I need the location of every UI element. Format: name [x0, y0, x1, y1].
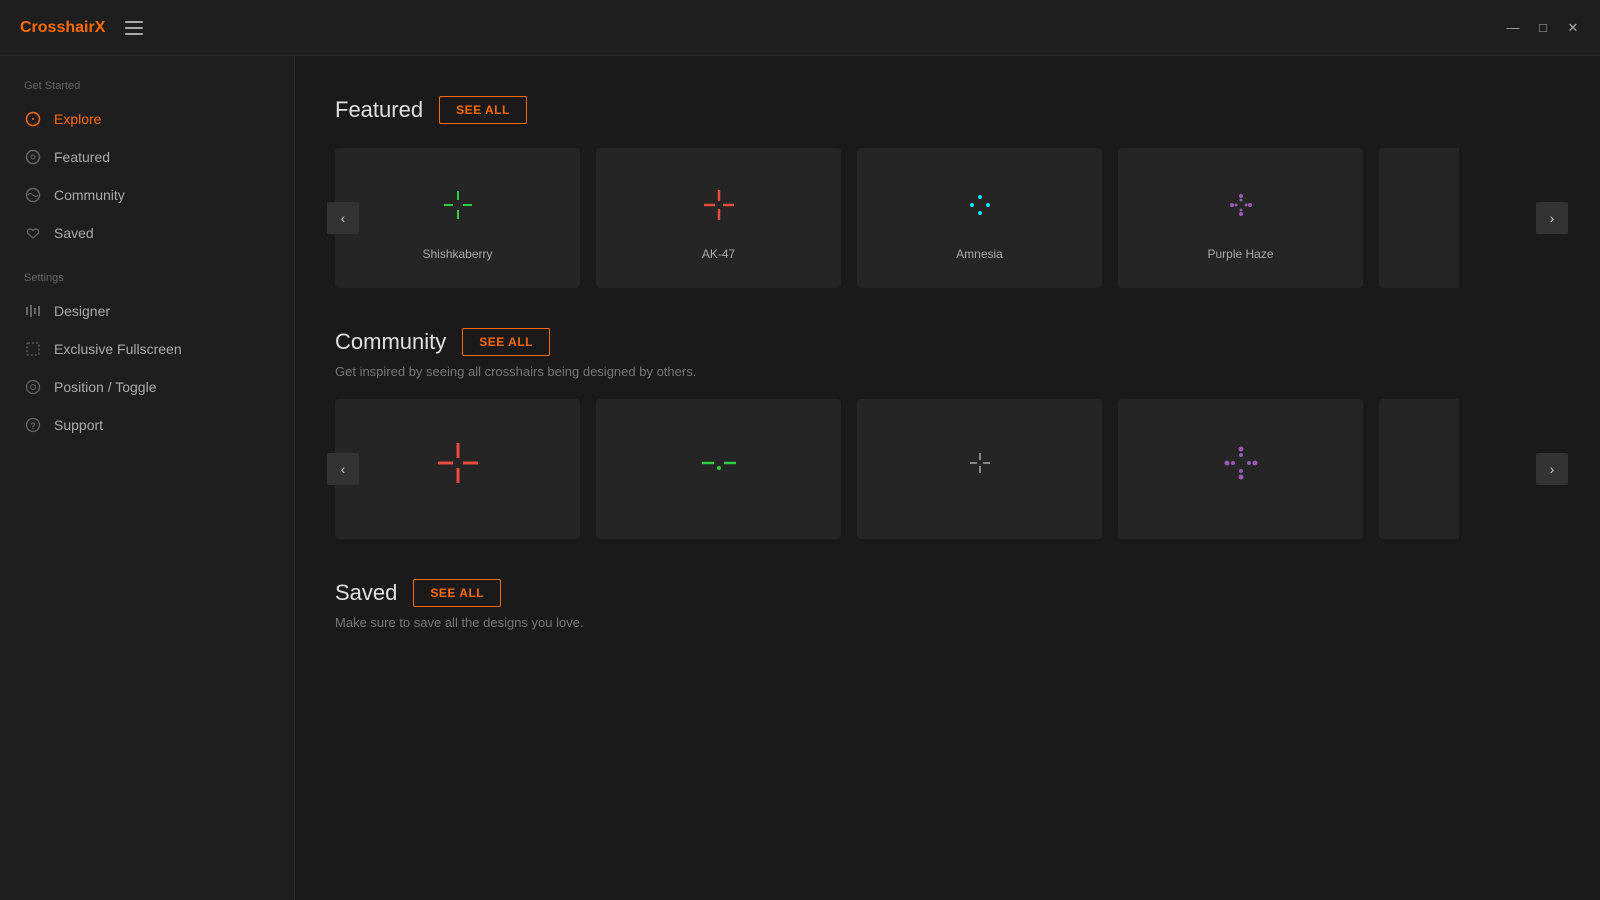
community-card-1[interactable]	[335, 399, 580, 539]
community-card-partial	[1379, 399, 1459, 539]
svg-text:?: ?	[30, 421, 36, 431]
community-card-2[interactable]	[596, 399, 841, 539]
support-icon: ?	[24, 416, 42, 434]
sidebar-label-featured: Featured	[54, 149, 110, 165]
sidebar-label-exclusive-fullscreen: Exclusive Fullscreen	[54, 341, 182, 357]
crosshair-ak47	[689, 175, 749, 235]
titlebar-left: CrosshairX	[20, 19, 143, 37]
sidebar-item-support[interactable]: ? Support	[0, 406, 294, 444]
card-name-ak47: AK-47	[702, 247, 735, 261]
featured-card-partial	[1379, 148, 1459, 288]
featured-icon	[24, 148, 42, 166]
close-button[interactable]: ✕	[1566, 21, 1580, 35]
sidebar-item-saved[interactable]: Saved	[0, 214, 294, 252]
saved-icon	[24, 224, 42, 242]
community-next-button[interactable]: ›	[1536, 453, 1568, 485]
sidebar-item-designer[interactable]: Designer	[0, 292, 294, 330]
community-section-header: Community SEE ALL	[335, 328, 1560, 356]
app-title: CrosshairX	[20, 19, 105, 37]
crosshair-amnesia	[950, 175, 1010, 235]
saved-section-header: Saved SEE ALL	[335, 579, 1560, 607]
crosshair-purple-haze	[1211, 175, 1271, 235]
maximize-button[interactable]: □	[1536, 21, 1550, 35]
sidebar-label-support: Support	[54, 417, 103, 433]
app-body: Get Started Explore Featured	[0, 56, 1600, 900]
explore-icon	[24, 110, 42, 128]
sidebar-item-exclusive-fullscreen[interactable]: Exclusive Fullscreen	[0, 330, 294, 368]
minimize-button[interactable]: —	[1506, 21, 1520, 35]
sidebar-item-position-toggle[interactable]: Position / Toggle	[0, 368, 294, 406]
designer-icon	[24, 302, 42, 320]
community-title: Community	[335, 329, 446, 355]
titlebar: CrosshairX — □ ✕	[0, 0, 1600, 56]
card-name-purple-haze: Purple Haze	[1207, 247, 1273, 261]
hamburger-menu[interactable]	[125, 21, 143, 35]
card-name-shishkaberry: Shishkaberry	[422, 247, 492, 261]
saved-description: Make sure to save all the designs you lo…	[335, 615, 1560, 630]
featured-next-button[interactable]: ›	[1536, 202, 1568, 234]
app-title-accent: X	[95, 19, 106, 36]
sidebar-item-featured[interactable]: Featured	[0, 138, 294, 176]
featured-card-purple-haze[interactable]: Purple Haze	[1118, 148, 1363, 288]
crosshair-community-1	[428, 433, 488, 493]
crosshair-community-3	[950, 433, 1010, 493]
featured-card-amnesia[interactable]: Amnesia	[857, 148, 1102, 288]
saved-title: Saved	[335, 580, 397, 606]
community-prev-button[interactable]: ‹	[327, 453, 359, 485]
community-carousel-wrapper: ‹	[335, 399, 1560, 539]
sidebar-label-explore: Explore	[54, 111, 101, 127]
sidebar-label-position-toggle: Position / Toggle	[54, 379, 156, 395]
main-content: Featured SEE ALL ‹	[295, 56, 1600, 900]
position-icon	[24, 378, 42, 396]
sidebar-label-saved: Saved	[54, 225, 94, 241]
app-title-text: Crosshair	[20, 19, 95, 36]
featured-prev-button[interactable]: ‹	[327, 202, 359, 234]
sidebar-label-community: Community	[54, 187, 125, 203]
featured-carousel: Shishkaberry AK-47	[335, 148, 1560, 288]
crosshair-community-4	[1211, 433, 1271, 493]
get-started-label: Get Started	[0, 80, 294, 92]
featured-card-ak47[interactable]: AK-47	[596, 148, 841, 288]
featured-carousel-wrapper: ‹ Shishkaberry	[335, 148, 1560, 288]
featured-title: Featured	[335, 97, 423, 123]
sidebar-label-designer: Designer	[54, 303, 110, 319]
community-card-3[interactable]	[857, 399, 1102, 539]
featured-card-shishkaberry[interactable]: Shishkaberry	[335, 148, 580, 288]
featured-see-all-button[interactable]: SEE ALL	[439, 96, 527, 124]
sidebar-item-community[interactable]: Community	[0, 176, 294, 214]
saved-see-all-button[interactable]: SEE ALL	[413, 579, 501, 607]
settings-label: Settings	[0, 252, 294, 292]
sidebar-item-explore[interactable]: Explore	[0, 100, 294, 138]
community-description: Get inspired by seeing all crosshairs be…	[335, 364, 1560, 379]
community-see-all-button[interactable]: SEE ALL	[462, 328, 550, 356]
featured-section-header: Featured SEE ALL	[335, 96, 1560, 124]
community-carousel	[335, 399, 1560, 539]
card-name-amnesia: Amnesia	[956, 247, 1003, 261]
fullscreen-icon	[24, 340, 42, 358]
community-card-4[interactable]	[1118, 399, 1363, 539]
community-icon	[24, 186, 42, 204]
crosshair-community-2	[689, 433, 749, 493]
crosshair-shishkaberry	[428, 175, 488, 235]
window-controls: — □ ✕	[1506, 21, 1580, 35]
sidebar: Get Started Explore Featured	[0, 56, 295, 900]
